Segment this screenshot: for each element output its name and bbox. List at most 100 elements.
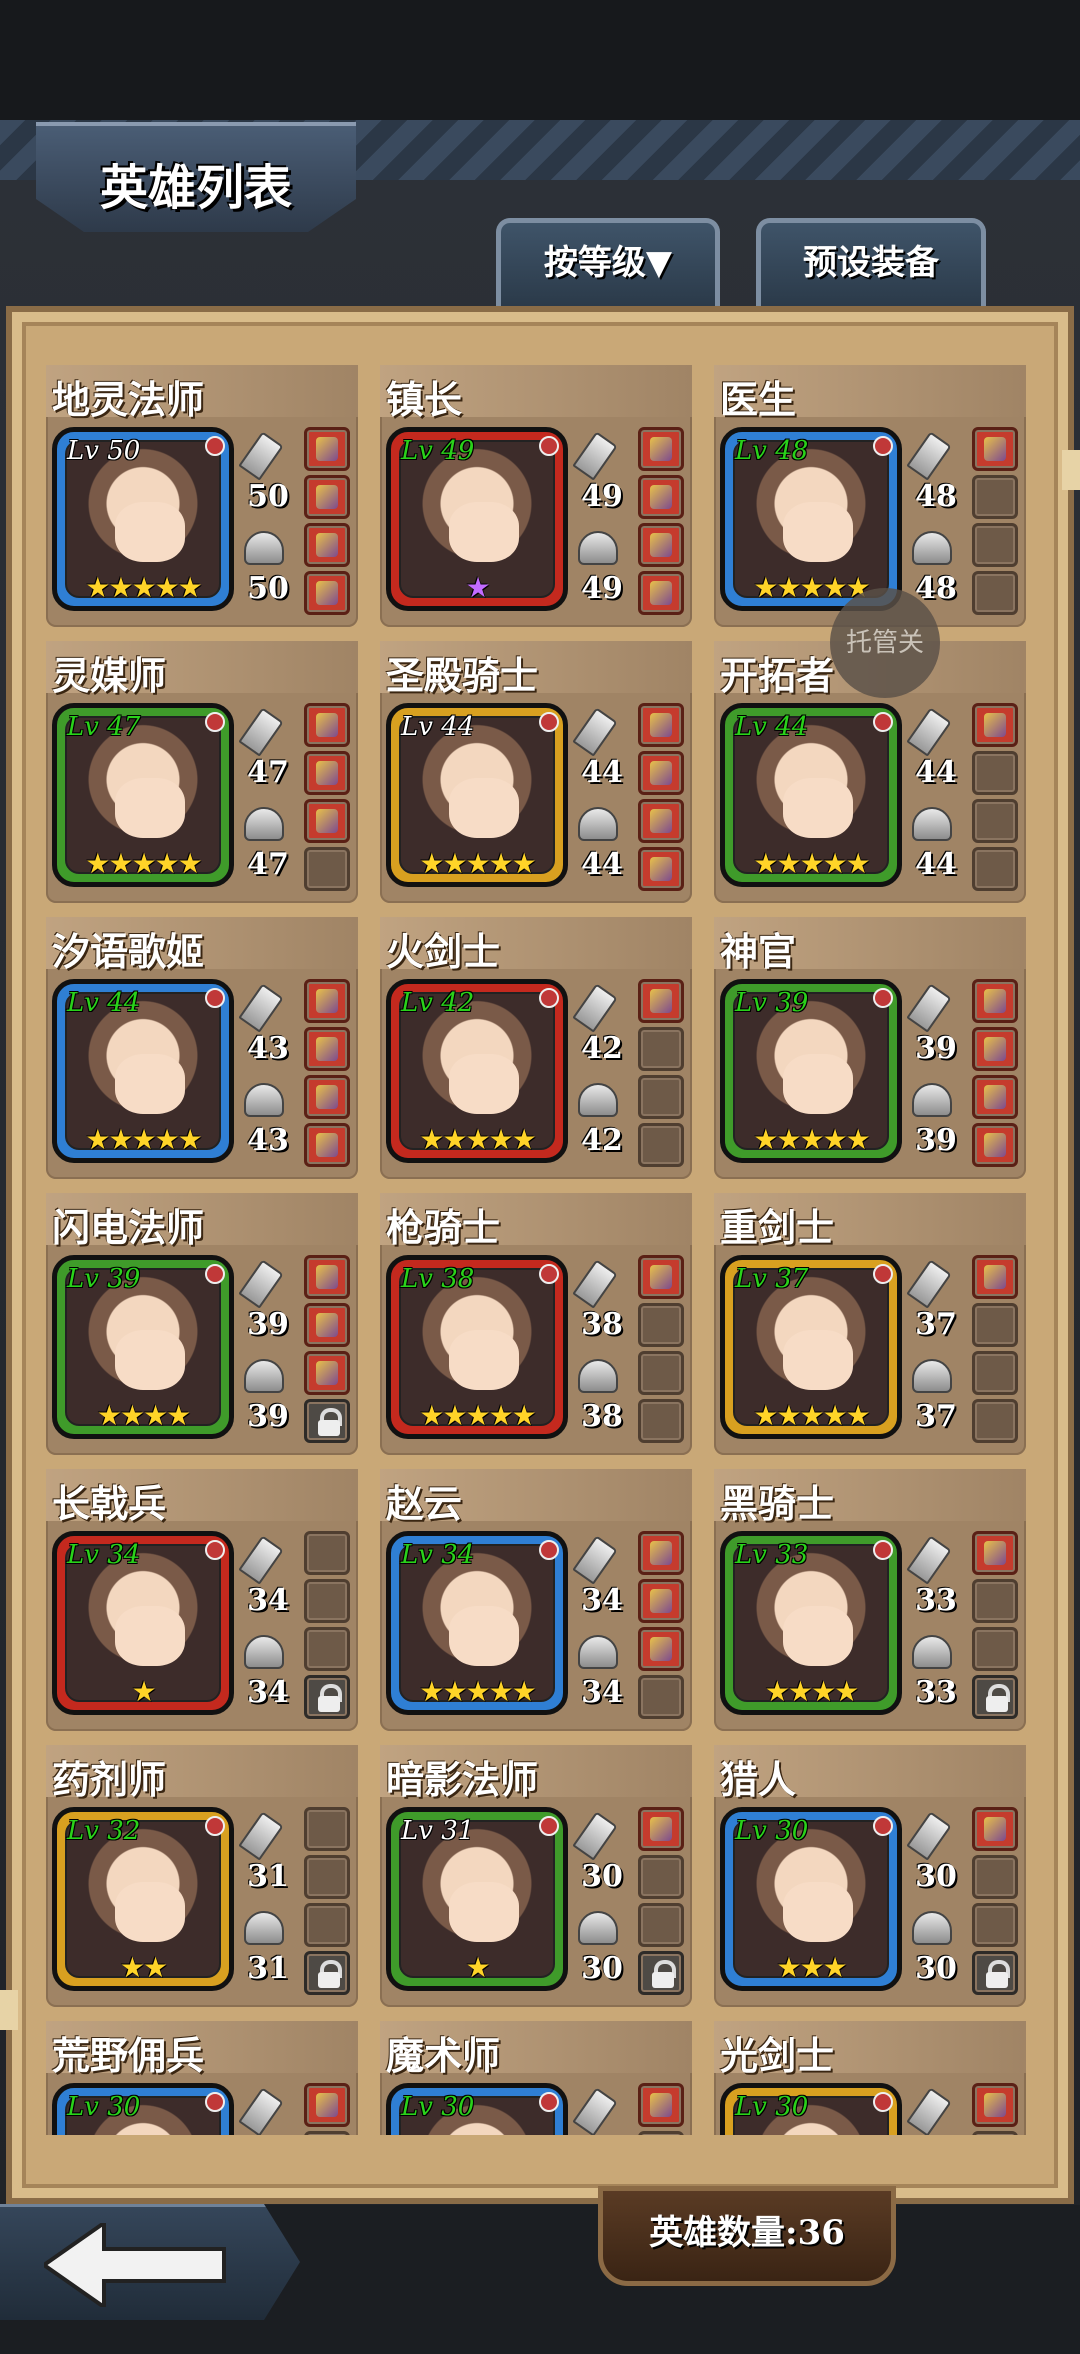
hero-portrait[interactable]: Lv 48 ★★★★★ [720, 427, 902, 611]
equipment-slot-empty[interactable] [972, 1903, 1018, 1947]
equipment-slot-empty[interactable] [304, 1807, 350, 1851]
equipment-slot-empty[interactable] [304, 1855, 350, 1899]
auto-toggle-button[interactable]: 托管关 [830, 588, 940, 698]
equipment-slot-empty[interactable] [638, 1027, 684, 1071]
equipment-slot-filled[interactable] [972, 427, 1018, 471]
equipment-slot-filled[interactable] [972, 1255, 1018, 1299]
hero-portrait[interactable]: Lv 37 ★★★★★ [720, 1255, 902, 1439]
hero-portrait[interactable]: Lv 50 ★★★★★ [52, 427, 234, 611]
equipment-slot-empty[interactable] [638, 1675, 684, 1719]
hero-portrait[interactable]: Lv 34 ★★★★★ [386, 1531, 568, 1715]
locked-slot-icon[interactable] [304, 1675, 350, 1719]
equipment-slot-empty[interactable] [972, 799, 1018, 843]
equipment-slot-filled[interactable] [638, 847, 684, 891]
equipment-slot-empty[interactable] [638, 1303, 684, 1347]
equipment-slot-filled[interactable] [304, 523, 350, 567]
hero-card[interactable]: 医生 Lv 48 ★★★★★ 48 48 [714, 365, 1026, 627]
equipment-slot-filled[interactable] [972, 1027, 1018, 1071]
equipment-slot-empty[interactable] [638, 1903, 684, 1947]
equipment-slot-empty[interactable] [304, 2131, 350, 2135]
equipment-slot-empty[interactable] [638, 1075, 684, 1119]
equipment-slot-filled[interactable] [304, 571, 350, 615]
sort-by-level-tab[interactable]: 按等级▼ [496, 218, 720, 310]
hero-card[interactable]: 黑骑士 Lv 33 ★★★★ 33 33 [714, 1469, 1026, 1731]
locked-slot-icon[interactable] [304, 1399, 350, 1443]
equipment-slot-filled[interactable] [304, 703, 350, 747]
equipment-slot-empty[interactable] [972, 1399, 1018, 1443]
hero-card[interactable]: 枪骑士 Lv 38 ★★★★★ 38 38 [380, 1193, 692, 1455]
equipment-slot-filled[interactable] [638, 427, 684, 471]
equipment-slot-filled[interactable] [304, 1075, 350, 1119]
equipment-slot-empty[interactable] [304, 1903, 350, 1947]
hero-card[interactable]: 赵云 Lv 34 ★★★★★ 34 34 [380, 1469, 692, 1731]
hero-card[interactable]: 长戟兵 Lv 34 ★ 34 34 [46, 1469, 358, 1731]
equipment-slot-filled[interactable] [972, 979, 1018, 1023]
equipment-slot-empty[interactable] [972, 475, 1018, 519]
hero-portrait[interactable]: Lv 47 ★★★★★ [52, 703, 234, 887]
equipment-slot-filled[interactable] [638, 703, 684, 747]
hero-card[interactable]: 闪电法师 Lv 39 ★★★★ 39 39 [46, 1193, 358, 1455]
equipment-slot-filled[interactable] [304, 1027, 350, 1071]
equipment-slot-filled[interactable] [638, 1579, 684, 1623]
equipment-slot-filled[interactable] [638, 1255, 684, 1299]
equipment-slot-empty[interactable] [972, 2131, 1018, 2135]
equipment-slot-filled[interactable] [638, 2083, 684, 2127]
locked-slot-icon[interactable] [972, 1951, 1018, 1995]
hero-card[interactable]: 猎人 Lv 30 ★★★ 30 30 [714, 1745, 1026, 2007]
equipment-slot-empty[interactable] [972, 571, 1018, 615]
hero-card[interactable]: 暗影法师 Lv 31 ★ 30 30 [380, 1745, 692, 2007]
equipment-slot-filled[interactable] [638, 571, 684, 615]
hero-card[interactable]: 药剂师 Lv 32 ★★ 31 31 [46, 1745, 358, 2007]
equipment-slot-filled[interactable] [638, 1627, 684, 1671]
hero-card[interactable]: 灵媒师 Lv 47 ★★★★★ 47 47 [46, 641, 358, 903]
equipment-slot-filled[interactable] [638, 475, 684, 519]
equipment-slot-empty[interactable] [304, 1579, 350, 1623]
equipment-slot-empty[interactable] [304, 847, 350, 891]
equipment-slot-filled[interactable] [638, 979, 684, 1023]
equipment-slot-empty[interactable] [638, 2131, 684, 2135]
hero-card[interactable]: 重剑士 Lv 37 ★★★★★ 37 37 [714, 1193, 1026, 1455]
equipment-slot-filled[interactable] [304, 751, 350, 795]
locked-slot-icon[interactable] [972, 1675, 1018, 1719]
hero-portrait[interactable]: Lv 32 ★★ [52, 1807, 234, 1991]
equipment-slot-empty[interactable] [972, 847, 1018, 891]
equipment-slot-filled[interactable] [972, 1531, 1018, 1575]
locked-slot-icon[interactable] [304, 1951, 350, 1995]
hero-card[interactable]: 火剑士 Lv 42 ★★★★★ 42 42 [380, 917, 692, 1179]
hero-portrait[interactable]: Lv 42 ★★★★★ [386, 979, 568, 1163]
equipment-slot-filled[interactable] [972, 2083, 1018, 2127]
equipment-slot-empty[interactable] [972, 523, 1018, 567]
back-button[interactable] [0, 2204, 300, 2320]
hero-portrait[interactable]: Lv 33 ★★★★ [720, 1531, 902, 1715]
hero-card[interactable]: 圣殿骑士 Lv 44 ★★★★★ 44 44 [380, 641, 692, 903]
hero-card[interactable]: 神官 Lv 39 ★★★★★ 39 39 [714, 917, 1026, 1179]
equipment-slot-empty[interactable] [304, 1627, 350, 1671]
equipment-slot-empty[interactable] [972, 1579, 1018, 1623]
hero-portrait[interactable]: Lv 44 ★★★★★ [386, 703, 568, 887]
equipment-slot-empty[interactable] [972, 751, 1018, 795]
hero-portrait[interactable]: Lv 30 [52, 2083, 234, 2135]
equipment-slot-filled[interactable] [972, 1075, 1018, 1119]
equipment-slot-filled[interactable] [638, 799, 684, 843]
equipment-slot-filled[interactable] [304, 475, 350, 519]
equipment-slot-filled[interactable] [638, 1531, 684, 1575]
equipment-slot-filled[interactable] [304, 1303, 350, 1347]
hero-portrait[interactable]: Lv 38 ★★★★★ [386, 1255, 568, 1439]
equipment-slot-filled[interactable] [304, 979, 350, 1023]
equipment-slot-filled[interactable] [638, 751, 684, 795]
equipment-slot-empty[interactable] [638, 1855, 684, 1899]
equipment-slot-filled[interactable] [304, 1351, 350, 1395]
equipment-slot-filled[interactable] [304, 2083, 350, 2127]
hero-card[interactable]: 地灵法师 Lv 50 ★★★★★ 50 50 [46, 365, 358, 627]
equipment-slot-filled[interactable] [638, 523, 684, 567]
equipment-slot-filled[interactable] [972, 1807, 1018, 1851]
equipment-slot-filled[interactable] [304, 427, 350, 471]
equipment-slot-filled[interactable] [972, 1123, 1018, 1167]
hero-portrait[interactable]: Lv 30 [386, 2083, 568, 2135]
hero-portrait[interactable]: Lv 39 ★★★★ [52, 1255, 234, 1439]
hero-portrait[interactable]: Lv 44 ★★★★★ [52, 979, 234, 1163]
hero-portrait[interactable]: Lv 39 ★★★★★ [720, 979, 902, 1163]
preset-equipment-tab[interactable]: 预设装备 [756, 218, 986, 310]
equipment-slot-empty[interactable] [638, 1123, 684, 1167]
hero-portrait[interactable]: Lv 34 ★ [52, 1531, 234, 1715]
